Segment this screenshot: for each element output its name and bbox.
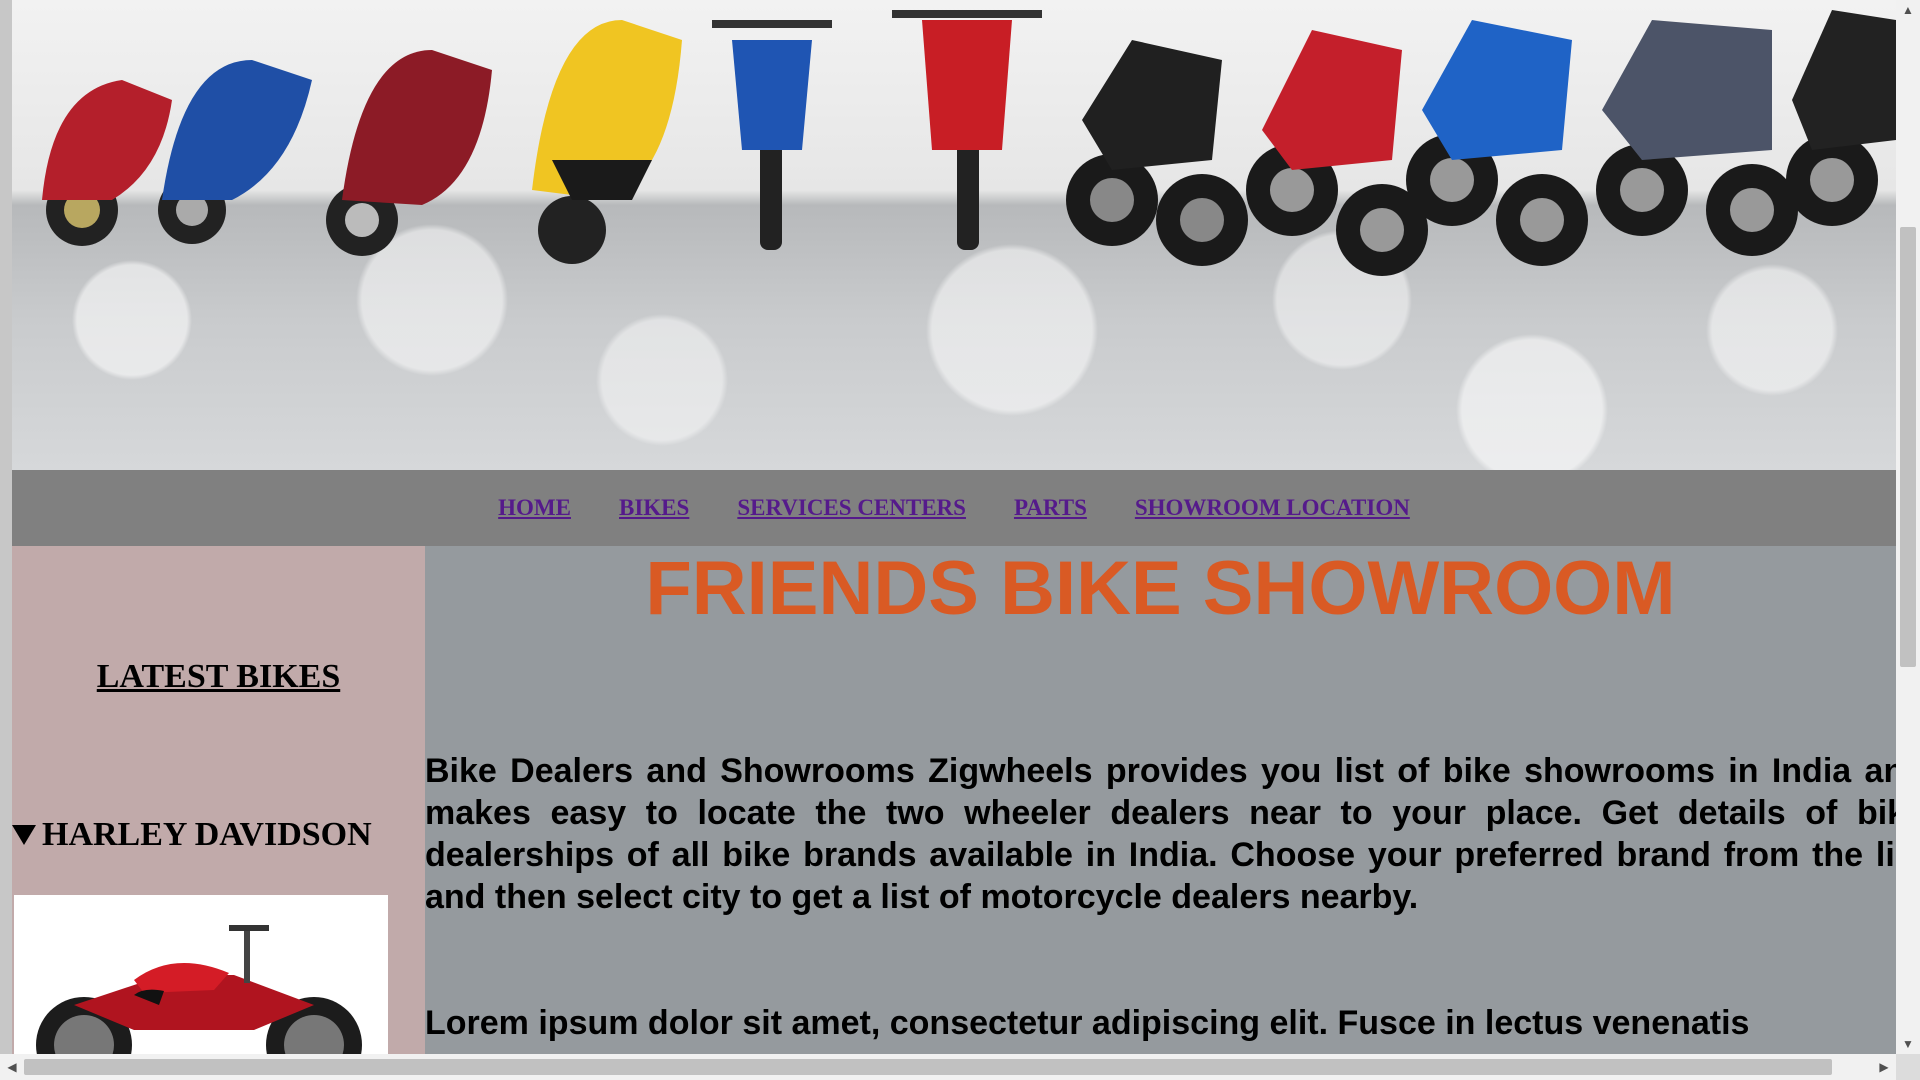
horizontal-scroll-thumb[interactable] <box>24 1059 1832 1075</box>
harley-motorcycle-image <box>36 925 362 1054</box>
horizontal-scrollbar[interactable]: ◀ ▶ <box>0 1054 1920 1080</box>
page-title: FRIENDS BIKE SHOWROOM <box>645 546 1676 631</box>
main-navbar: HOME BIKES SERVICES CENTERS PARTS SHOWRO… <box>12 470 1896 546</box>
scrollbar-corner <box>1896 1054 1920 1080</box>
latest-bikes-heading: LATEST BIKES <box>96 658 341 695</box>
page-left-edge <box>0 0 12 1080</box>
vertical-scrollbar[interactable]: ▲ ▼ <box>1896 0 1920 1054</box>
sidebar: LATEST BIKES HARLEY DAVIDSON <box>12 546 425 1054</box>
intro-paragraph: Bike Dealers and Showrooms Zigwheels pro… <box>425 752 1896 916</box>
nav-bikes-link[interactable]: BIKES <box>619 495 689 521</box>
lorem-paragraph: Lorem ipsum dolor sit amet, consectetur … <box>425 1004 1750 1042</box>
scroll-down-arrow-icon[interactable]: ▼ <box>1896 1034 1920 1054</box>
harley-davidson-label: HARLEY DAVIDSON <box>42 816 372 853</box>
triangle-down-icon[interactable] <box>12 825 36 845</box>
motorcycles-banner-image <box>42 10 1896 276</box>
main-content: FRIENDS BIKE SHOWROOM Bike Dealers and S… <box>425 546 1896 1054</box>
nav-home-link[interactable]: HOME <box>498 495 571 521</box>
harley-bike-image-card <box>14 895 388 1054</box>
hero-banner <box>12 0 1896 470</box>
scroll-up-arrow-icon[interactable]: ▲ <box>1896 0 1920 20</box>
scroll-right-arrow-icon[interactable]: ▶ <box>1872 1054 1896 1080</box>
vertical-scroll-thumb[interactable] <box>1900 227 1916 667</box>
harley-davidson-summary[interactable]: HARLEY DAVIDSON <box>12 816 372 854</box>
nav-parts-link[interactable]: PARTS <box>1014 495 1087 521</box>
web-page: HOME BIKES SERVICES CENTERS PARTS SHOWRO… <box>12 0 1896 1054</box>
nav-services-centers-link[interactable]: SERVICES CENTERS <box>737 495 966 521</box>
nav-showroom-location-link[interactable]: SHOWROOM LOCATION <box>1135 495 1410 521</box>
scroll-left-arrow-icon[interactable]: ◀ <box>0 1054 24 1080</box>
